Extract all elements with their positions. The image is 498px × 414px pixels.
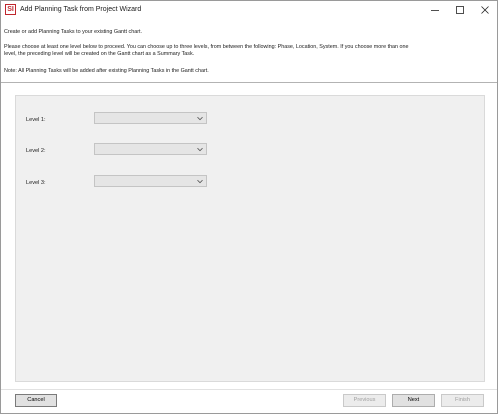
- level-3-dropdown[interactable]: [94, 175, 207, 187]
- window-title: Add Planning Task from Project Wizard: [20, 6, 142, 13]
- header-divider: [1, 82, 497, 83]
- app-logo-icon: SI: [5, 4, 16, 15]
- cancel-button[interactable]: Cancel: [15, 394, 57, 407]
- level-1-label: Level 1:: [26, 117, 46, 123]
- footer-divider: [1, 389, 497, 390]
- maximize-icon: [456, 6, 464, 14]
- maximize-button[interactable]: [446, 1, 474, 19]
- close-icon: [481, 6, 489, 14]
- next-button[interactable]: Next: [392, 394, 435, 407]
- wizard-window: SI Add Planning Task from Project Wizard…: [0, 0, 498, 414]
- instructions-line-1: Please choose at least one level below t…: [4, 44, 409, 50]
- instructions-line-2: level, the preceding level will be creat…: [4, 51, 195, 57]
- title-bar[interactable]: SI Add Planning Task from Project Wizard: [1, 1, 497, 19]
- note-text: Note: All Planning Tasks will be added a…: [4, 68, 209, 74]
- finish-button[interactable]: Finish: [441, 394, 484, 407]
- previous-button[interactable]: Previous: [343, 394, 386, 407]
- level-2-dropdown[interactable]: [94, 143, 207, 155]
- minimize-icon: [431, 10, 439, 11]
- level-1-dropdown[interactable]: [94, 112, 207, 124]
- chevron-down-icon: [197, 179, 203, 184]
- levels-panel: Level 1: Level 2: Level 3:: [15, 95, 485, 382]
- intro-text: Create or add Planning Tasks to your exi…: [4, 29, 143, 35]
- chevron-down-icon: [197, 147, 203, 152]
- level-3-label: Level 3:: [26, 180, 46, 186]
- close-button[interactable]: [471, 1, 498, 19]
- minimize-button[interactable]: [421, 1, 449, 19]
- level-2-label: Level 2:: [26, 148, 46, 154]
- chevron-down-icon: [197, 116, 203, 121]
